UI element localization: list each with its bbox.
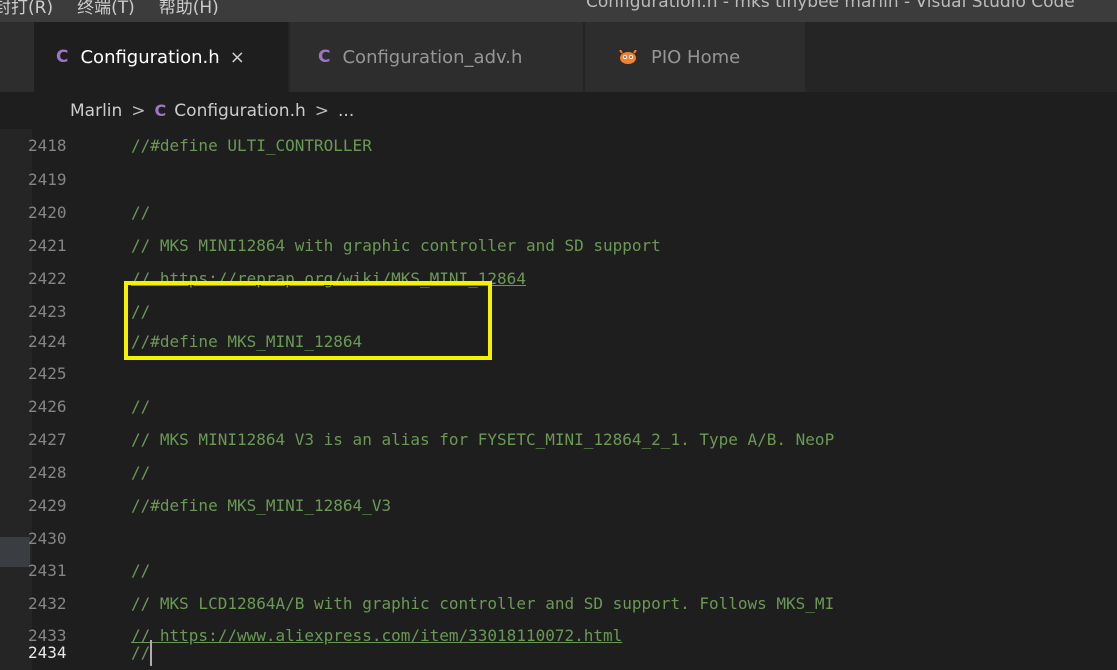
menu-items: 封打(R) 终端(T) 帮助(H)	[0, 0, 219, 18]
tab-configuration-adv-h[interactable]: C Configuration_adv.h	[290, 22, 583, 92]
code-text[interactable]: // MKS LCD12864A/B with graphic controll…	[131, 587, 834, 621]
line-number: 2420	[28, 203, 67, 222]
code-line[interactable]: 2428 //	[0, 456, 1117, 490]
code-line[interactable]: 2427 // MKS MINI12864 V3 is an alias for …	[0, 423, 1117, 457]
line-number: 2429	[28, 496, 67, 515]
menu-item-run[interactable]: 封打(R)	[0, 0, 53, 18]
code-line[interactable]: 2429 //#define MKS_MINI_12864_V3	[0, 489, 1117, 523]
tab-pio-home[interactable]: PIO Home	[585, 22, 805, 92]
breadcrumb-file[interactable]: Configuration.h	[174, 101, 305, 121]
menu-item-terminal[interactable]: 终端(T)	[77, 0, 135, 18]
code-text[interactable]: //	[131, 196, 150, 230]
tab-label: Configuration.h	[80, 46, 220, 68]
code-line-current[interactable]: 2434 //	[0, 636, 1117, 670]
c-file-icon: C	[318, 47, 331, 67]
line-number: 2421	[28, 236, 67, 255]
code-line[interactable]: 2426 //	[0, 390, 1117, 424]
line-number: 2424	[28, 332, 67, 351]
tab-label: PIO Home	[651, 46, 741, 68]
code-text[interactable]: //#define ULTI_CONTROLLER	[131, 129, 372, 163]
code-line[interactable]: 2430	[0, 522, 1117, 556]
breadcrumb: Marlin > C Configuration.h > ...	[0, 92, 1117, 129]
highlight-box-annotation	[124, 281, 492, 360]
tab-label: Configuration_adv.h	[342, 46, 523, 68]
editor-tab-bar: C Configuration.h × C Configuration_adv.…	[0, 22, 1117, 92]
line-number: 2431	[28, 561, 67, 580]
code-line[interactable]: 2418 //#define ULTI_CONTROLLER	[0, 129, 1117, 163]
code-text[interactable]: //	[131, 554, 150, 588]
code-line[interactable]: 2421 // MKS MINI12864 with graphic contro…	[0, 229, 1117, 263]
code-text[interactable]: //	[131, 636, 153, 670]
code-text[interactable]: //	[131, 456, 150, 490]
code-line[interactable]: 2431 //	[0, 554, 1117, 588]
line-number: 2425	[28, 364, 67, 383]
line-number: 2422	[28, 269, 67, 288]
window-title: Configuration.h - mks tinybee marlin - V…	[586, 0, 1075, 12]
chevron-right-icon: >	[131, 100, 146, 121]
c-file-icon: C	[154, 101, 167, 120]
platformio-icon	[619, 50, 637, 64]
line-number: 2423	[28, 302, 67, 321]
menu-item-help[interactable]: 帮助(H)	[159, 0, 219, 18]
line-number: 2418	[28, 136, 67, 155]
line-number: 2430	[28, 529, 67, 548]
menu-bar: 封打(R) 终端(T) 帮助(H) Configuration.h - mks …	[0, 0, 1117, 22]
breadcrumb-symbol[interactable]: ...	[338, 101, 354, 121]
chevron-right-icon: >	[314, 100, 330, 121]
code-line[interactable]: 2425	[0, 357, 1117, 391]
code-text[interactable]: // MKS MINI12864 with graphic controller…	[131, 229, 661, 263]
line-number: 2427	[28, 430, 67, 449]
code-text[interactable]: //	[131, 390, 150, 424]
breadcrumb-folder[interactable]: Marlin	[70, 101, 122, 121]
line-number: 2434	[28, 643, 67, 662]
code-line[interactable]: 2420 //	[0, 196, 1117, 230]
tab-configuration-h[interactable]: C Configuration.h ×	[34, 22, 288, 92]
code-line[interactable]: 2419	[0, 163, 1117, 197]
code-text[interactable]: //#define MKS_MINI_12864_V3	[131, 489, 391, 523]
tab-bar-left-strip	[0, 22, 34, 92]
line-number: 2419	[28, 170, 67, 189]
line-number: 2432	[28, 594, 67, 613]
code-line[interactable]: 2432 // MKS LCD12864A/B with graphic cont…	[0, 587, 1117, 621]
code-text[interactable]: // MKS MINI12864 V3 is an alias for FYSE…	[131, 423, 834, 457]
code-editor[interactable]: 2418 //#define ULTI_CONTROLLER 2419 2420 /…	[0, 129, 1117, 670]
c-file-icon: C	[56, 47, 69, 67]
line-number: 2428	[28, 463, 67, 482]
line-number: 2426	[28, 397, 67, 416]
close-icon[interactable]: ×	[230, 47, 245, 68]
